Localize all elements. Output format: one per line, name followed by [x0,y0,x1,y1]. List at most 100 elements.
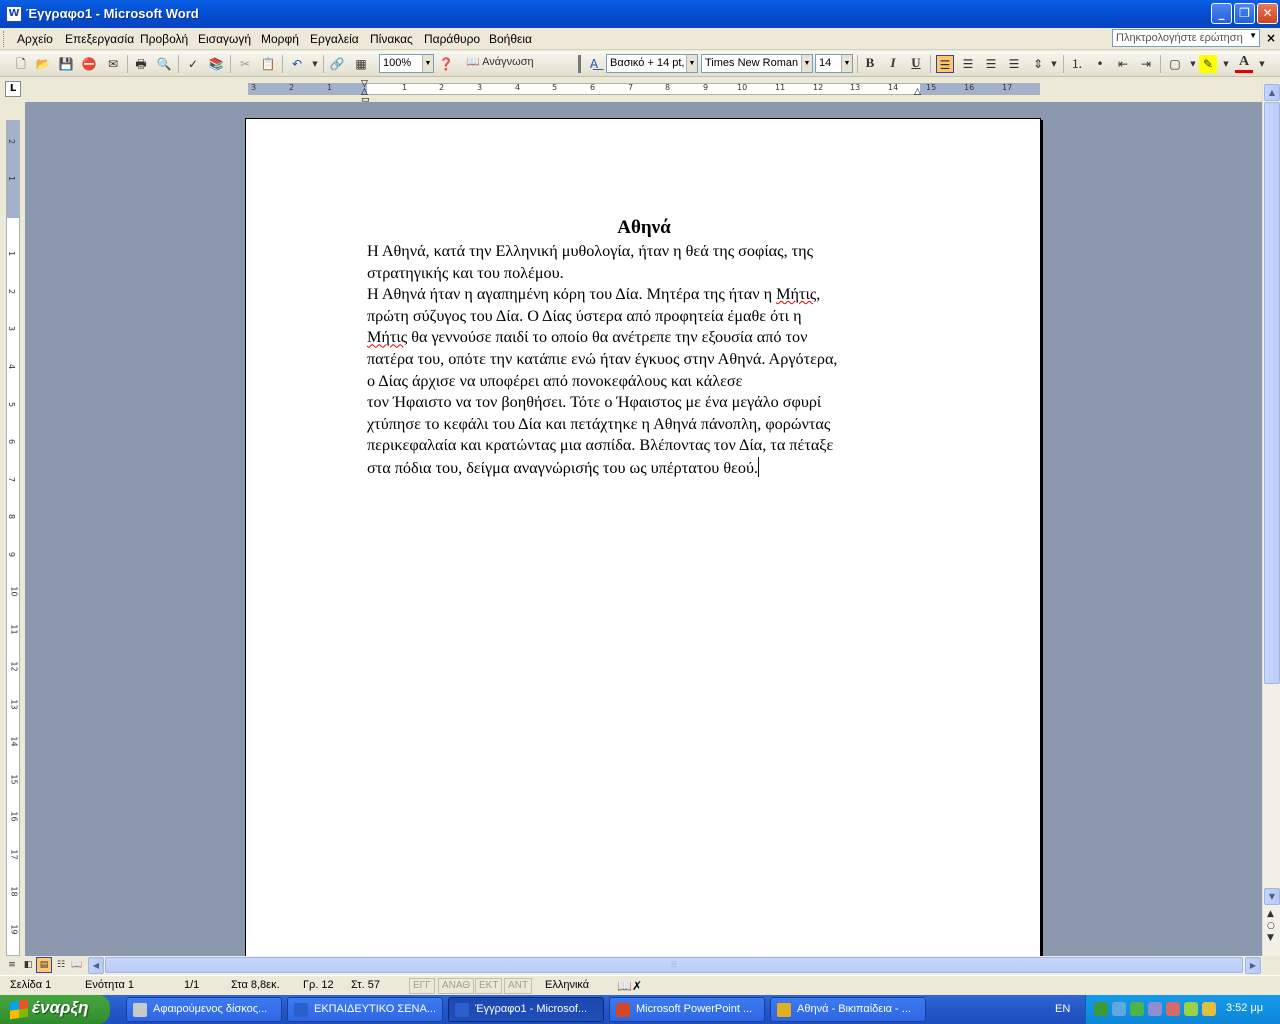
horizontal-scroll-thumb[interactable]: ⦙⦙⦙ [105,957,1243,973]
web-layout-icon[interactable]: ◧ [20,957,36,973]
increase-indent-icon[interactable]: ⇥ [1137,55,1155,73]
vertical-scroll-thumb[interactable] [1264,102,1280,684]
document-close-icon[interactable]: × [1266,31,1276,45]
task-powerpoint[interactable]: Microsoft PowerPoint ... [609,997,765,1022]
email-icon[interactable]: ✉ [104,55,122,73]
task-chrome-wikipedia[interactable]: Αθηνά - Βικιπαίδεια - ... [770,997,926,1022]
status-overtype[interactable]: ΑΝΤ [504,978,532,994]
font-color-icon[interactable]: A [1235,55,1253,73]
menu-tools[interactable]: Εργαλεία [310,32,359,46]
normal-view-icon[interactable]: ≡ [4,957,20,973]
numbering-icon[interactable]: ⒈ [1068,55,1086,73]
spelling-icon[interactable]: ✓ [184,55,202,73]
toolbar-grip[interactable] [578,55,581,73]
clock[interactable]: 3:52 μμ [1226,1002,1263,1014]
print-icon[interactable]: 🖶 [132,55,150,73]
horizontal-scrollbar[interactable]: ◀ ⦙⦙⦙ ▶ [88,956,1262,974]
underline-button[interactable]: U [907,55,925,73]
menu-format[interactable]: Μορφή [261,32,299,46]
line-spacing-dropdown-icon[interactable]: ▼ [1045,55,1063,73]
cut-icon[interactable]: ✂ [236,55,254,73]
scroll-up-icon[interactable]: ▲ [1264,84,1280,101]
spelling-status-icon[interactable]: 📖✗ [617,979,642,993]
word-app-icon[interactable]: W [6,6,22,22]
ask-question-box[interactable]: Πληκτρολογήστε ερώτηση ▼ [1112,29,1260,47]
help-icon[interactable]: ❓ [437,55,455,73]
browse-object-icons[interactable]: ▲ ○ ▼ [1267,908,1275,944]
align-right-icon[interactable]: ☰ [982,55,1000,73]
ask-dropdown-icon[interactable]: ▼ [1249,31,1257,40]
scroll-down-icon[interactable]: ▼ [1264,888,1280,905]
highlight-icon[interactable]: ✎ [1199,55,1217,73]
language-indicator[interactable]: EN [1055,1003,1070,1015]
font-color-dropdown-icon[interactable]: ▼ [1253,55,1271,73]
chevron-down-icon[interactable]: ▼ [686,55,697,72]
undo-dropdown-icon[interactable]: ▼ [306,55,324,73]
print-layout-icon[interactable]: ▤ [36,957,52,973]
network-icon[interactable] [1094,1002,1108,1016]
vertical-scrollbar[interactable]: ▲ ▼ ▲ ○ ▼ [1262,84,1280,956]
scroll-right-icon[interactable]: ▶ [1245,957,1261,974]
decrease-indent-icon[interactable]: ⇤ [1114,55,1132,73]
close-button[interactable]: ✕ [1257,3,1278,24]
menu-view[interactable]: Προβολή [140,32,188,46]
permission-icon[interactable]: ⛔ [80,55,98,73]
open-icon[interactable]: 📂 [34,55,52,73]
highlight-dropdown-icon[interactable]: ▼ [1217,55,1235,73]
task-removable-disk[interactable]: Αφαιρούμενος δίσκος... [126,997,282,1022]
paste-icon[interactable]: 📋 [259,55,277,73]
hyperlink-icon[interactable]: 🔗 [328,55,346,73]
styles-formatting-icon[interactable]: A͟ [585,55,603,73]
task-word-educational[interactable]: ΕΚΠΑΙΔΕΥΤΙΚΟ ΣΕΝΑ... [287,997,443,1022]
document-page[interactable]: Αθηνά Η Αθηνά, κατά την Ελληνική μυθολογ… [245,118,1041,956]
chevron-down-icon[interactable]: ▼ [422,55,433,72]
new-document-icon[interactable]: 🗋 [12,55,30,73]
right-indent-marker-icon[interactable]: △ [914,87,921,97]
document-body[interactable]: Η Αθηνά, κατά την Ελληνική μυθολογία, ήτ… [367,241,927,480]
status-record-macro[interactable]: ΕΓΓ [409,978,435,994]
research-icon[interactable]: 📚 [207,55,225,73]
status-track-changes[interactable]: ΑΝΑΘ [438,978,475,994]
borders-icon[interactable]: ▢ [1166,55,1184,73]
horizontal-ruler[interactable]: L 3 2 1 1 2 3 4 5 6 7 8 9 10 11 12 13 14… [0,78,1280,105]
vertical-ruler[interactable]: 2 1 1 2 3 4 5 6 7 8 9 10 11 12 13 14 15 … [0,102,25,956]
italic-button[interactable]: I [884,55,902,73]
status-extend[interactable]: ΕΚΤ [475,978,503,994]
style-select[interactable]: Βασικό + 14 pt, ▼ [606,54,698,73]
chevron-down-icon[interactable]: ▼ [841,55,852,72]
display-icon[interactable] [1148,1002,1162,1016]
vertical-ruler-strip[interactable]: 2 1 1 2 3 4 5 6 7 8 9 10 11 12 13 14 15 … [6,120,20,956]
start-button[interactable]: έναρξη [0,995,110,1024]
indent-marker-icon[interactable]: ▽ △ ▭ [361,80,370,105]
print-preview-icon[interactable]: 🔍 [155,55,173,73]
reading-layout-button[interactable]: 📖 Ανάγνωση [466,55,560,73]
align-left-icon[interactable]: ☰ [936,55,954,73]
minimize-button[interactable]: _ [1211,3,1232,24]
safely-remove-icon[interactable] [1202,1002,1216,1016]
justify-icon[interactable]: ☰ [1005,55,1023,73]
reading-view-icon[interactable]: 📖 [69,957,85,973]
zoom-select[interactable]: 100% ▼ [379,54,434,73]
menu-table[interactable]: Πίνακας [370,32,413,46]
menu-file[interactable]: Αρχείο [17,32,53,46]
menu-insert[interactable]: Εισαγωγή [198,32,251,46]
bullets-icon[interactable]: • [1091,55,1109,73]
menu-help[interactable]: Βοήθεια [489,32,532,46]
font-select[interactable]: Times New Roman ▼ [701,54,813,73]
insert-table-icon[interactable]: ▦ [352,55,370,73]
status-language[interactable]: Ελληνικά [545,979,589,991]
tab-selector-icon[interactable]: L [5,81,21,97]
bluetooth-icon[interactable] [1112,1002,1126,1016]
bold-button[interactable]: B [861,55,879,73]
menu-grip[interactable] [3,31,6,47]
save-icon[interactable]: 💾 [57,55,75,73]
menu-edit[interactable]: Επεξεργασία [65,32,134,46]
outline-view-icon[interactable]: ☷ [53,957,69,973]
misspelled-word[interactable]: Μήτις [776,285,816,303]
task-word-document1[interactable]: Έγγραφο1 - Microsof... [448,997,604,1022]
misspelled-word[interactable]: Μήτις [367,328,407,346]
align-center-icon[interactable]: ☰ [959,55,977,73]
update-icon[interactable] [1184,1002,1198,1016]
chevron-down-icon[interactable]: ▼ [801,55,812,72]
font-size-select[interactable]: 14 ▼ [815,54,853,73]
